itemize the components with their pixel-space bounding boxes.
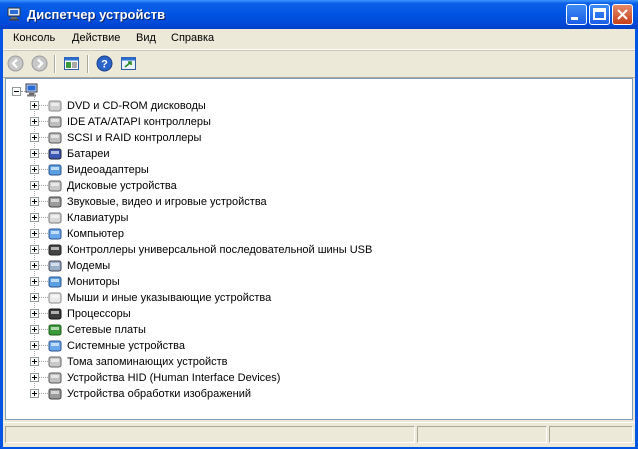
expand-toggle[interactable] bbox=[30, 117, 39, 126]
menu-action[interactable]: Действие bbox=[72, 32, 120, 44]
disk-drive-icon bbox=[48, 180, 62, 192]
processor-icon bbox=[48, 308, 62, 320]
usb-icon bbox=[48, 244, 62, 256]
tree-item-label[interactable]: DVD и CD-ROM дисководы bbox=[67, 99, 206, 113]
back-arrow-icon[interactable] bbox=[7, 55, 24, 72]
tree-item-label[interactable]: Устройства HID (Human Interface Devices) bbox=[67, 371, 280, 385]
refresh-icon[interactable] bbox=[120, 55, 137, 72]
computer-icon bbox=[48, 228, 62, 240]
tree-item-label[interactable]: Сетевые платы bbox=[67, 323, 146, 337]
scsi-controller-icon bbox=[48, 132, 62, 144]
network-adapter-icon bbox=[48, 324, 62, 336]
toolbar-separator bbox=[87, 55, 89, 73]
expand-toggle[interactable] bbox=[30, 181, 39, 190]
close-icon bbox=[617, 9, 628, 20]
status-bar bbox=[3, 422, 635, 447]
modem-icon bbox=[48, 260, 62, 272]
tree-item-label[interactable]: Дисковые устройства bbox=[67, 179, 177, 193]
expand-toggle[interactable] bbox=[30, 245, 39, 254]
expand-toggle[interactable] bbox=[30, 341, 39, 350]
expand-toggle[interactable] bbox=[30, 309, 39, 318]
tree-item-label[interactable]: Видеоадаптеры bbox=[67, 163, 149, 177]
menu-console[interactable]: Консоль bbox=[13, 32, 55, 44]
tree-item-label[interactable]: Контроллеры универсальной последовательн… bbox=[67, 243, 372, 257]
toolbar: ? bbox=[3, 50, 635, 78]
device-manager-icon bbox=[7, 7, 21, 21]
maximize-button[interactable] bbox=[589, 4, 610, 25]
tree-item-label[interactable]: SCSI и RAID контроллеры bbox=[67, 131, 201, 145]
display-adapter-icon bbox=[48, 164, 62, 176]
storage-volume-icon bbox=[48, 356, 62, 368]
expand-toggle[interactable] bbox=[30, 165, 39, 174]
device-tree-panel[interactable]: DVD и CD-ROM дисководы IDE ATA/ATAPI конт… bbox=[5, 78, 633, 420]
tree-item-label[interactable]: Мыши и иные указывающие устройства bbox=[67, 291, 271, 305]
tree-item-label[interactable]: Процессоры bbox=[67, 307, 131, 321]
tree-item-label[interactable]: Батареи bbox=[67, 147, 110, 161]
expand-toggle[interactable] bbox=[30, 325, 39, 334]
device-manager-window: Диспетчер устройств Консоль Действие Вид… bbox=[0, 0, 638, 449]
expand-toggle[interactable] bbox=[30, 389, 39, 398]
keyboard-icon bbox=[48, 212, 62, 224]
root-collapse-toggle[interactable] bbox=[12, 87, 21, 96]
svg-text:?: ? bbox=[101, 59, 108, 71]
status-pane-tertiary bbox=[549, 426, 633, 443]
expand-toggle[interactable] bbox=[30, 101, 39, 110]
tree-item-label[interactable]: Мониторы bbox=[67, 275, 120, 289]
status-pane-main bbox=[5, 426, 415, 443]
tree-item-label[interactable]: Компьютер bbox=[67, 227, 124, 241]
cdrom-icon bbox=[48, 100, 62, 112]
forward-arrow-icon[interactable] bbox=[31, 55, 48, 72]
expand-toggle[interactable] bbox=[30, 357, 39, 366]
menu-view[interactable]: Вид bbox=[136, 32, 156, 44]
expand-toggle[interactable] bbox=[30, 261, 39, 270]
monitor-icon bbox=[48, 276, 62, 288]
tree-item-label[interactable]: Модемы bbox=[67, 259, 110, 273]
imaging-icon bbox=[48, 388, 62, 400]
minimize-button[interactable] bbox=[566, 4, 587, 25]
expand-toggle[interactable] bbox=[30, 277, 39, 286]
device-tree[interactable]: DVD и CD-ROM дисководы IDE ATA/ATAPI конт… bbox=[6, 79, 632, 419]
tree-item-label[interactable]: Звуковые, видео и игровые устройства bbox=[67, 195, 267, 209]
expand-toggle[interactable] bbox=[30, 229, 39, 238]
expand-toggle[interactable] bbox=[30, 213, 39, 222]
system-device-icon bbox=[48, 340, 62, 352]
hid-icon bbox=[48, 372, 62, 384]
menu-help[interactable]: Справка bbox=[171, 32, 214, 44]
expand-toggle[interactable] bbox=[30, 133, 39, 142]
tree-item-label[interactable]: IDE ATA/ATAPI контроллеры bbox=[67, 115, 211, 129]
expand-toggle[interactable] bbox=[30, 293, 39, 302]
minimize-icon bbox=[571, 17, 578, 20]
mouse-icon bbox=[48, 292, 62, 304]
title-bar[interactable]: Диспетчер устройств bbox=[0, 0, 638, 29]
status-pane-secondary bbox=[417, 426, 547, 443]
toolbar-separator bbox=[54, 55, 56, 73]
help-icon[interactable]: ? bbox=[96, 55, 113, 72]
tree-item-label[interactable]: Устройства обработки изображений bbox=[67, 387, 251, 401]
computer-icon[interactable] bbox=[24, 82, 40, 98]
properties-icon[interactable] bbox=[63, 55, 80, 72]
maximize-icon bbox=[593, 8, 606, 20]
tree-item-label[interactable]: Клавиатуры bbox=[67, 211, 128, 225]
expand-toggle[interactable] bbox=[30, 197, 39, 206]
ide-controller-icon bbox=[48, 116, 62, 128]
window-title: Диспетчер устройств bbox=[27, 7, 166, 22]
tree-item-label[interactable]: Системные устройства bbox=[67, 339, 185, 353]
tree-item-label[interactable]: Тома запоминающих устройств bbox=[67, 355, 228, 369]
expand-toggle[interactable] bbox=[30, 149, 39, 158]
sound-icon bbox=[48, 196, 62, 208]
menu-bar: Консоль Действие Вид Справка bbox=[3, 29, 635, 50]
expand-toggle[interactable] bbox=[30, 373, 39, 382]
battery-icon bbox=[48, 148, 62, 160]
close-button[interactable] bbox=[612, 4, 633, 25]
